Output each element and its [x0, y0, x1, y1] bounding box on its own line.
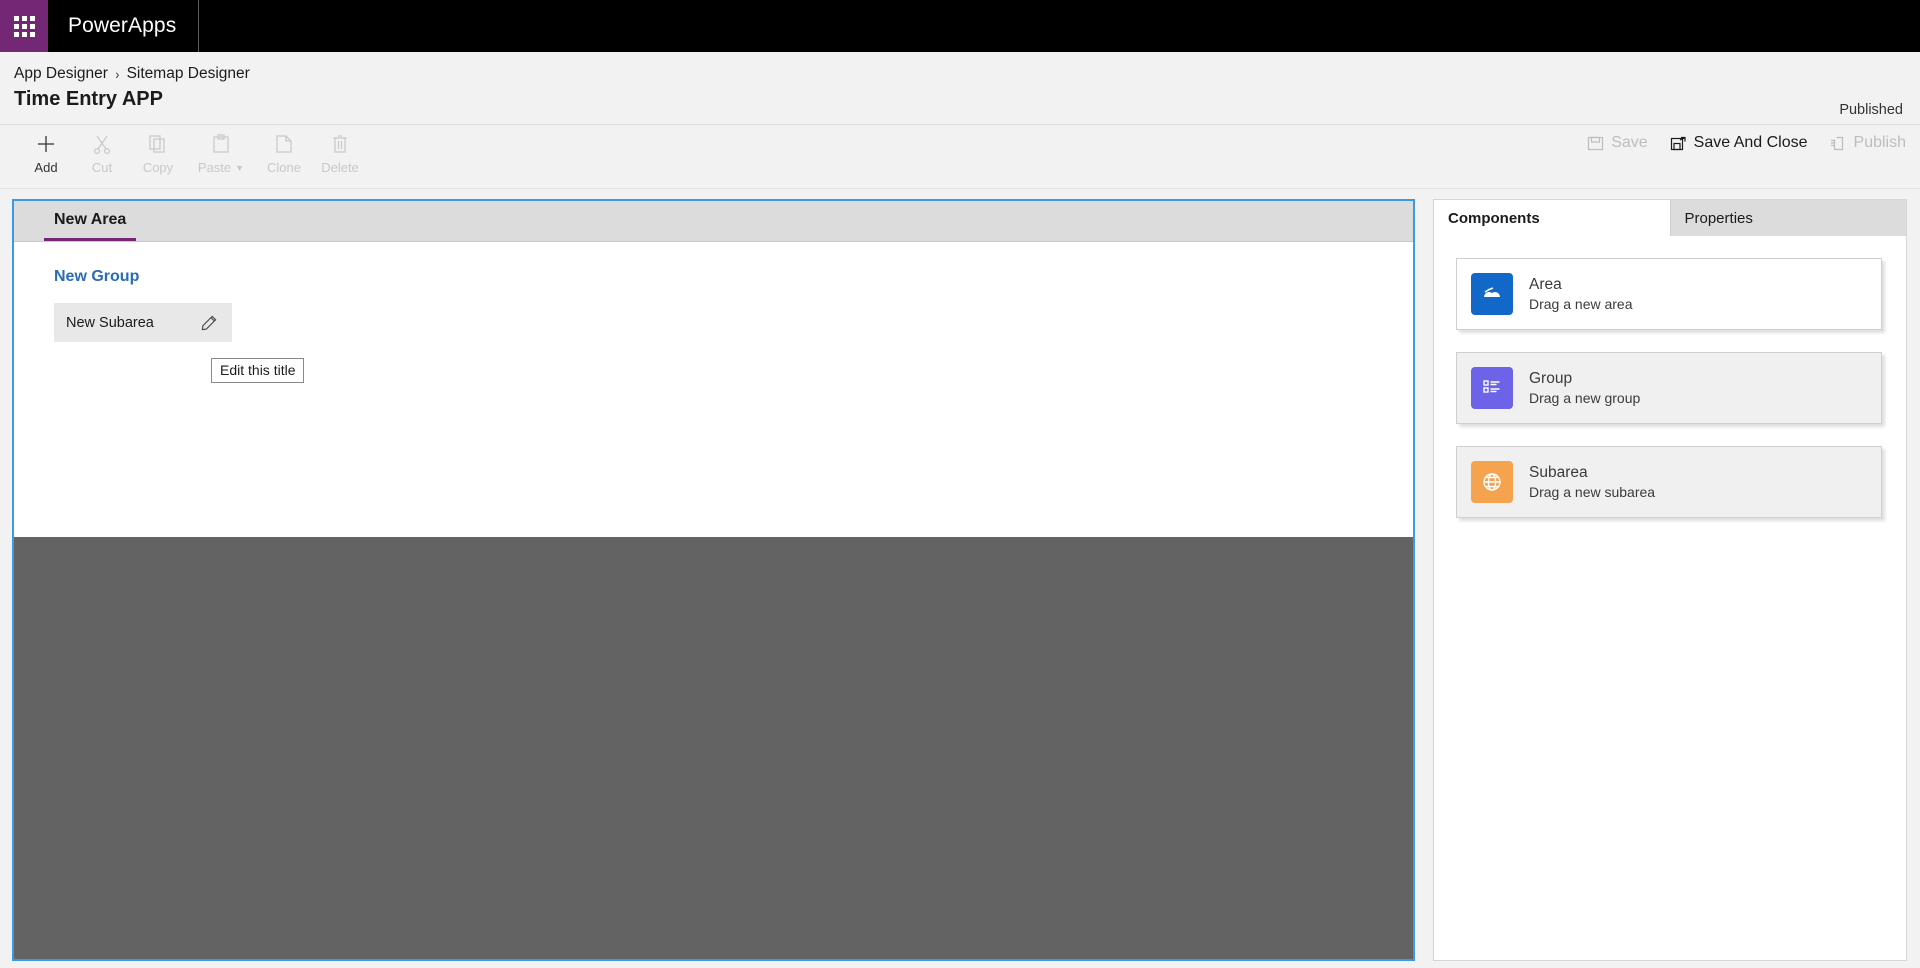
toolbar-add-button[interactable]: Add: [18, 125, 74, 175]
workspace: New Area New Group New Subarea Edit this…: [0, 189, 1920, 968]
save-button-label: Save: [1611, 134, 1647, 152]
subarea-tile-new-subarea[interactable]: New Subarea: [54, 303, 232, 342]
component-card-subarea-description: Drag a new subarea: [1529, 483, 1655, 501]
tab-components[interactable]: Components: [1434, 200, 1670, 236]
save-and-close-button-label: Save And Close: [1694, 134, 1808, 152]
publish-status-label: Published: [1839, 102, 1903, 118]
component-card-area-text: Area Drag a new area: [1529, 275, 1633, 313]
save-and-close-button[interactable]: Save And Close: [1670, 134, 1808, 152]
sitemap-canvas[interactable]: New Area New Group New Subarea Edit this…: [12, 199, 1415, 961]
component-card-subarea-name: Subarea: [1529, 463, 1655, 482]
group-title-new-group[interactable]: New Group: [54, 268, 139, 286]
canvas-body: New Group New Subarea Edit this title: [14, 242, 1413, 383]
component-card-group-text: Group Drag a new group: [1529, 369, 1640, 407]
component-card-group-name: Group: [1529, 369, 1640, 388]
save-button[interactable]: Save: [1587, 134, 1647, 152]
publish-button[interactable]: Publish: [1830, 134, 1906, 152]
suite-bar: PowerApps: [0, 0, 1920, 52]
component-card-list: Area Drag a new area Group Drag a new gr…: [1434, 236, 1906, 518]
toolbar-cut-label: Cut: [92, 161, 112, 174]
publish-button-label: Publish: [1854, 134, 1906, 152]
toolbar-paste-text: Paste: [198, 161, 231, 174]
components-panel: Components Properties Area Drag a new ar…: [1433, 199, 1907, 961]
waffle-grid-icon: [14, 16, 35, 37]
toolbar-paste-button[interactable]: Paste ▼: [186, 125, 256, 175]
toolbar-delete-button[interactable]: Delete: [312, 125, 368, 175]
component-card-group[interactable]: Group Drag a new group: [1456, 352, 1882, 424]
component-card-area[interactable]: Area Drag a new area: [1456, 258, 1882, 330]
publish-icon: [1830, 135, 1847, 152]
chevron-down-icon[interactable]: ▼: [235, 164, 244, 173]
edit-title-tooltip: Edit this title: [211, 358, 304, 383]
globe-icon: [1471, 461, 1513, 503]
breadcrumb-item-app-designer[interactable]: App Designer: [14, 65, 108, 83]
trash-icon: [329, 133, 351, 155]
toolbar-clone-button[interactable]: Clone: [256, 125, 312, 175]
copy-icon: [147, 133, 169, 155]
tab-properties[interactable]: Properties: [1670, 200, 1907, 236]
brand-title[interactable]: PowerApps: [48, 0, 199, 52]
toolbar-delete-label: Delete: [321, 161, 359, 174]
toolbar-paste-label: Paste ▼: [198, 161, 244, 174]
component-card-group-description: Drag a new group: [1529, 389, 1640, 407]
canvas-empty-shade: [14, 537, 1413, 959]
waffle-menu-button[interactable]: [0, 0, 48, 52]
scissors-icon: [91, 133, 113, 155]
component-card-subarea[interactable]: Subarea Drag a new subarea: [1456, 446, 1882, 518]
clipboard-icon: [210, 133, 232, 155]
breadcrumb-item-sitemap-designer[interactable]: Sitemap Designer: [127, 65, 250, 83]
breadcrumb: App Designer › Sitemap Designer: [14, 65, 250, 83]
chevron-right-icon: ›: [115, 66, 119, 82]
area-icon: [1471, 273, 1513, 315]
toolbar-cut-button[interactable]: Cut: [74, 125, 130, 175]
panel-tab-bar: Components Properties: [1434, 200, 1906, 236]
save-icon: [1587, 135, 1604, 152]
component-card-area-description: Drag a new area: [1529, 295, 1633, 313]
header-actions: Save Save And Close Publish: [1587, 134, 1906, 152]
toolbar-clone-label: Clone: [267, 161, 301, 174]
clone-icon: [273, 133, 295, 155]
area-tab-new-area[interactable]: New Area: [44, 201, 136, 241]
component-card-area-name: Area: [1529, 275, 1633, 294]
plus-icon: [35, 133, 57, 155]
area-tab-bar: New Area: [14, 201, 1413, 242]
app-header: App Designer › Sitemap Designer Time Ent…: [0, 52, 1920, 125]
component-card-subarea-text: Subarea Drag a new subarea: [1529, 463, 1655, 501]
subarea-label: New Subarea: [66, 315, 154, 331]
page-title: Time Entry APP: [14, 88, 163, 111]
toolbar-add-label: Add: [34, 161, 57, 174]
group-list-icon: [1471, 367, 1513, 409]
pencil-icon[interactable]: [200, 314, 218, 332]
toolbar-copy-label: Copy: [143, 161, 173, 174]
toolbar-copy-button[interactable]: Copy: [130, 125, 186, 175]
save-and-close-icon: [1670, 135, 1687, 152]
